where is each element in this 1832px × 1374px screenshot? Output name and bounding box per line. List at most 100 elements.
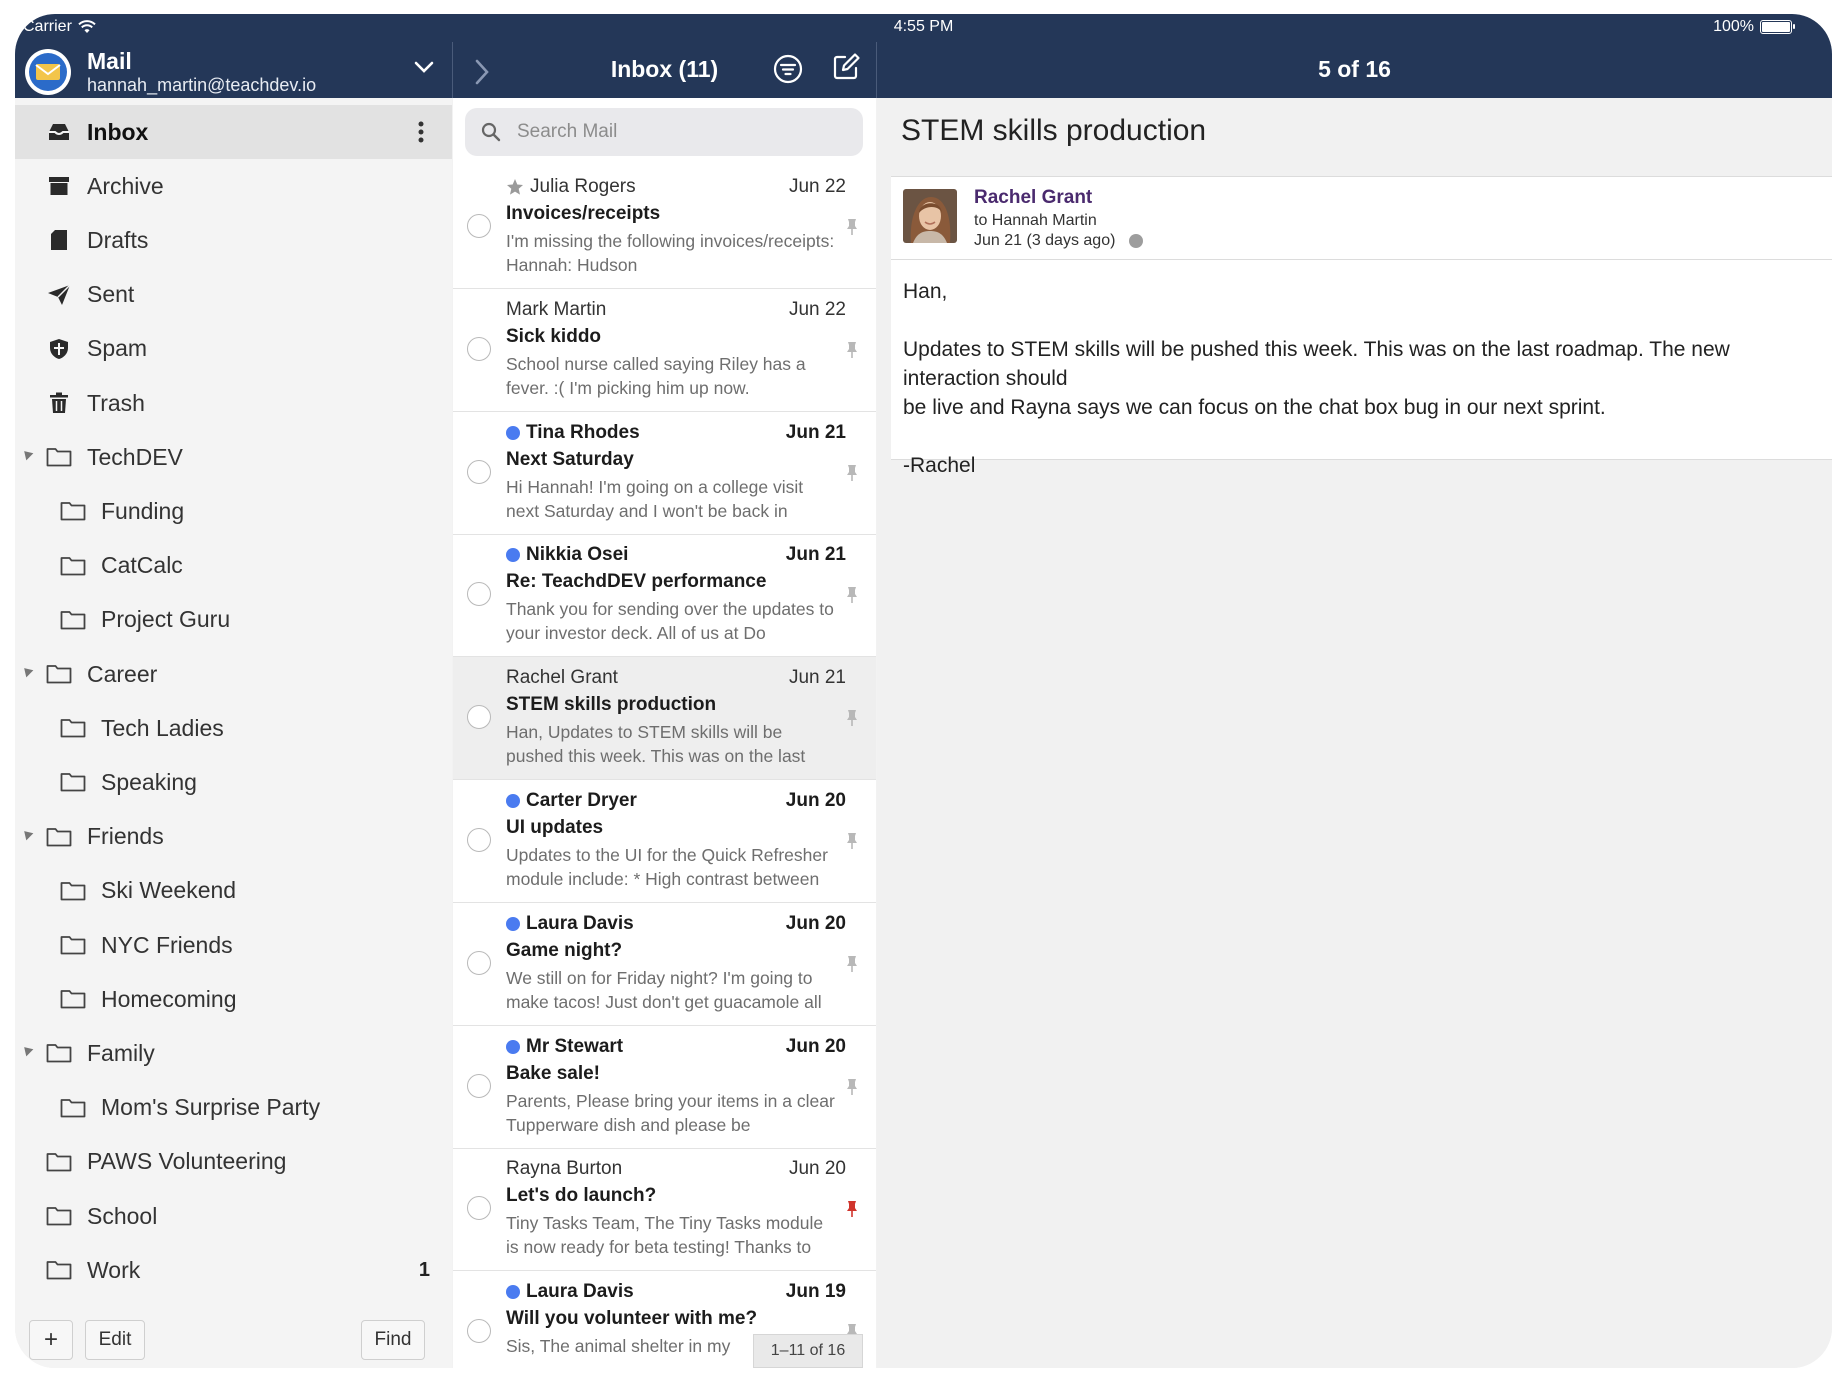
sidebar-item-inbox[interactable]: Inbox [15, 105, 452, 159]
disclosure-triangle-icon[interactable] [20, 1044, 34, 1057]
message-subject: Will you volunteer with me? [506, 1308, 758, 1330]
message-row[interactable]: Rayna Burton Jun 20 Let's do launch? Tiny T… [453, 1148, 876, 1272]
message-row[interactable]: Rachel Grant Jun 21 STEM skills production… [453, 657, 876, 781]
select-checkbox[interactable] [467, 1319, 491, 1344]
sender-label: Laura Davis [526, 1281, 634, 1303]
message-date-label: Jun 21 (3 days ago) [974, 232, 1116, 249]
sidebar-item-speaking[interactable]: Speaking [15, 755, 452, 809]
message-preview: Tiny Tasks Team, The Tiny Tasks module i… [506, 1213, 824, 1258]
message-sender: Julia Rogers [506, 176, 636, 198]
message-row[interactable]: Mr Stewart Jun 20 Bake sale! Parents, Pleas… [453, 1026, 876, 1149]
star-icon[interactable] [506, 178, 524, 196]
search-icon [481, 122, 501, 142]
sidebar-item-paws-volunteering[interactable]: PAWS Volunteering [15, 1135, 452, 1189]
sidebar-item-label: Friends [87, 823, 164, 850]
message-subject: Next Saturday [506, 448, 634, 470]
unread-dot [506, 1039, 520, 1054]
message-date: Jun 20 [785, 790, 846, 811]
sidebar-item-drafts[interactable]: Drafts [15, 213, 452, 267]
sidebar-item-project-guru[interactable]: Project Guru [15, 593, 452, 647]
sender-avatar [903, 189, 957, 243]
select-checkbox[interactable] [467, 459, 491, 484]
folder-icon [45, 1039, 73, 1067]
sidebar-item-tech-ladies[interactable]: Tech Ladies [15, 701, 452, 755]
message-subject: Let's do launch? [506, 1185, 657, 1207]
compose-icon[interactable] [831, 52, 861, 82]
sidebar-item-archive[interactable]: Archive [15, 159, 452, 213]
sidebar-item-career[interactable]: Career [15, 647, 452, 701]
message-preview: Han, Updates to STEM skills will be push… [506, 722, 806, 767]
sidebar-item-spam[interactable]: Spam [15, 322, 452, 376]
select-checkbox[interactable] [467, 582, 491, 607]
pin-icon[interactable] [846, 586, 858, 604]
pin-icon[interactable] [846, 218, 858, 236]
sidebar-item-techdev[interactable]: TechDEV [15, 430, 452, 484]
message-row[interactable]: Laura Davis Jun 20 Game night? We still on … [453, 903, 876, 1026]
message-sender: Carter Dryer [506, 790, 637, 812]
sidebar-item-family[interactable]: Family [15, 1026, 452, 1080]
pin-icon[interactable] [846, 709, 858, 727]
filter-icon[interactable] [773, 54, 803, 84]
message-row[interactable]: Mark Martin Jun 22 Sick kiddo School nurse … [453, 289, 876, 412]
sender-label: Julia Rogers [530, 176, 636, 197]
sidebar-item-ski-weekend[interactable]: Ski Weekend [15, 864, 452, 918]
pager-label: 1–11 of 16 [753, 1334, 863, 1368]
pin-icon[interactable] [846, 955, 858, 973]
add-folder-button[interactable]: + [29, 1320, 73, 1360]
message-sender: Rachel Grant [506, 667, 618, 689]
message-date: Jun 19 [785, 1281, 846, 1303]
disclosure-triangle-icon[interactable] [20, 664, 34, 678]
select-checkbox[interactable] [467, 336, 491, 361]
sidebar-item-friends[interactable]: Friends [15, 810, 452, 864]
sender-label: Nikkia Osei [526, 544, 629, 566]
pin-icon[interactable] [846, 341, 858, 359]
sidebar-item-trash[interactable]: Trash [15, 376, 452, 430]
disclosure-triangle-icon[interactable] [20, 827, 34, 840]
sidebar-item-school[interactable]: School [15, 1189, 452, 1243]
sidebar-item-catcalc[interactable]: CatCalc [15, 539, 452, 593]
sidebar-item-label: Drafts [87, 226, 149, 253]
status-time: 4:55 PM [893, 18, 954, 35]
sidebar-item-homecoming[interactable]: Homecoming [15, 972, 452, 1026]
pin-icon[interactable] [846, 464, 858, 482]
select-checkbox[interactable] [467, 214, 491, 238]
folder-icon [59, 552, 87, 580]
select-checkbox[interactable] [467, 705, 491, 730]
folder-icon [59, 1094, 87, 1122]
disclosure-triangle-icon[interactable] [20, 447, 34, 461]
chevron-down-icon[interactable] [413, 60, 435, 74]
sidebar-item-funding[interactable]: Funding [15, 484, 452, 538]
sidebar-item-nyc-friends[interactable]: NYC Friends [15, 918, 452, 972]
message-sender: Laura Davis [506, 913, 634, 935]
shield-icon [45, 335, 73, 363]
sender-label: Laura Davis [526, 912, 634, 934]
select-checkbox[interactable] [467, 1073, 491, 1098]
account-switcher[interactable]: Mail hannah_martin@teachdev.io [25, 46, 445, 98]
sidebar-item-work[interactable]: Work 1 [15, 1243, 452, 1297]
pin-icon[interactable] [846, 1200, 858, 1218]
sidebar-item-label: Funding [101, 497, 185, 524]
message-row[interactable]: Nikkia Osei Jun 21 Re: TeachdDEV performan… [453, 534, 876, 658]
message-row[interactable]: Julia Rogers Jun 22 Invoices/receipts I'm m… [453, 166, 876, 289]
sender-label: Rayna Burton [506, 1158, 623, 1180]
edit-folders-button[interactable]: Edit [85, 1320, 145, 1360]
pin-icon[interactable] [846, 1078, 858, 1096]
message-row[interactable]: Carter Dryer Jun 20 UI updates Updates to t… [453, 780, 876, 903]
sidebar-item-sent[interactable]: Sent [15, 268, 452, 322]
battery-icon [1760, 20, 1795, 34]
search-bar[interactable] [465, 108, 863, 156]
message-preview: School nurse called saying Riley has a f… [506, 353, 806, 398]
select-checkbox[interactable] [467, 1196, 491, 1221]
sidebar-item-mom-s-surprise-party[interactable]: Mom's Surprise Party [15, 1081, 452, 1135]
message-row[interactable]: Tina Rhodes Jun 21 Next Saturday Hi Hannah!… [453, 412, 876, 535]
message-preview: We still on for Friday night? I'm going … [506, 967, 822, 1012]
sidebar-item-label: Mom's Surprise Party [101, 1094, 321, 1121]
more-options-icon[interactable] [418, 121, 424, 149]
select-checkbox[interactable] [467, 950, 491, 975]
message-preview: Hi Hannah! I'm going on a college visit … [506, 476, 804, 521]
pin-icon[interactable] [846, 832, 858, 850]
select-checkbox[interactable] [467, 828, 491, 852]
find-folder-button[interactable]: Find [361, 1320, 425, 1360]
sender-name[interactable]: Rachel Grant [974, 187, 1092, 209]
search-input[interactable] [517, 121, 837, 143]
